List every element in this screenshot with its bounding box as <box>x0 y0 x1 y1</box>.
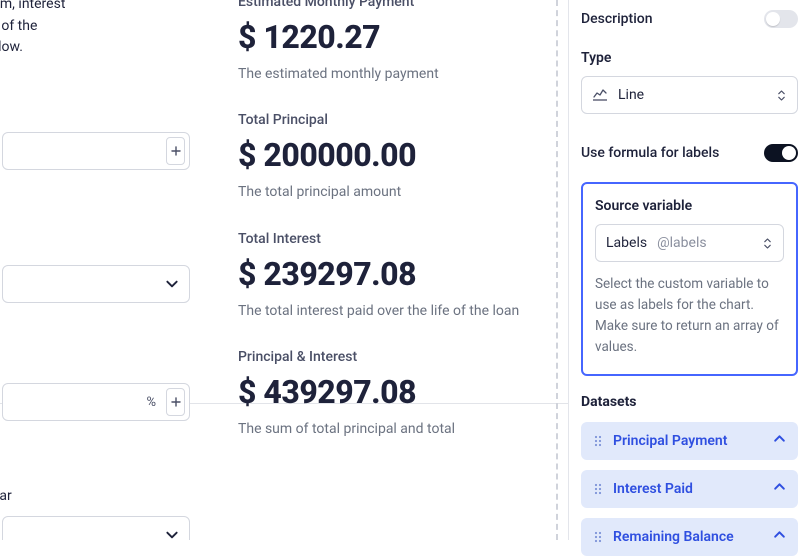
dataset-name: Principal Payment <box>613 433 727 449</box>
source-variable-select[interactable]: Labels @labels <box>595 224 784 262</box>
metric-desc: The estimated monthly payment <box>238 64 538 84</box>
metric-label: Total Principal <box>238 112 558 128</box>
drag-handle-icon[interactable] <box>593 434 603 448</box>
dataset-item-remaining-balance[interactable]: Remaining Balance <box>581 518 798 556</box>
metric-total-interest: Total Interest $ 239297.08 The total int… <box>238 231 558 321</box>
dataset-item-interest-paid[interactable]: Interest Paid <box>581 470 798 508</box>
metric-desc: The sum of total principal and total <box>238 419 538 439</box>
metric-value: $ 200000.00 <box>238 136 558 174</box>
results-column: Estimated Monthly Payment $ 1220.27 The … <box>238 0 558 540</box>
increment-stepper[interactable] <box>166 137 185 165</box>
metric-desc: The total interest paid over the life of… <box>238 301 538 321</box>
chevron-up-icon <box>773 432 786 449</box>
loan-term-select[interactable] <box>2 265 190 303</box>
formula-labels-label: Use formula for labels <box>581 145 719 161</box>
formula-labels-toggle[interactable] <box>764 144 798 162</box>
chart-type-value: Line <box>618 87 644 103</box>
metric-label: Principal & Interest <box>238 349 558 365</box>
start-year-label-partial: ear <box>0 488 12 504</box>
source-variable-token: @labels <box>657 235 707 251</box>
metric-label: Total Interest <box>238 231 558 247</box>
dataset-name: Remaining Balance <box>613 529 734 545</box>
dataset-name: Interest Paid <box>613 481 693 497</box>
increment-stepper[interactable] <box>166 388 185 416</box>
dataset-item-principal-payment[interactable]: Principal Payment <box>581 422 798 460</box>
metric-value: $ 439297.08 <box>238 373 558 411</box>
loan-amount-field[interactable] <box>2 132 190 170</box>
formula-labels-row: Use formula for labels <box>581 136 798 170</box>
source-variable-value: Labels <box>606 235 647 251</box>
metric-value: $ 239297.08 <box>238 255 558 293</box>
select-caret-icon <box>761 235 773 251</box>
description-row: Description <box>581 2 798 36</box>
metric-label: Estimated Monthly Payment <box>238 0 558 10</box>
form-column: an amount, loan term, interest st paid o… <box>0 0 190 540</box>
drag-handle-icon[interactable] <box>593 482 603 496</box>
chart-type-select[interactable]: Line <box>581 76 798 114</box>
column-divider <box>556 0 558 540</box>
datasets-label: Datasets <box>581 394 798 410</box>
chevron-down-icon <box>165 528 179 540</box>
description-toggle[interactable] <box>764 10 798 28</box>
source-variable-label: Source variable <box>595 198 784 214</box>
description-label: Description <box>581 11 653 27</box>
drag-handle-icon[interactable] <box>593 530 603 544</box>
chart-config-panel: Description Type Line Use formula for la… <box>568 0 810 540</box>
intro-text: an amount, loan term, interest st paid o… <box>0 0 188 59</box>
metric-value: $ 1220.27 <box>238 18 558 56</box>
start-year-select[interactable] <box>2 516 190 540</box>
chevron-up-icon <box>773 480 786 497</box>
chevron-up-icon <box>773 528 786 545</box>
interest-rate-field[interactable]: % <box>2 383 190 421</box>
source-variable-hint: Select the custom variable to use as lab… <box>595 274 784 358</box>
type-label: Type <box>581 50 798 66</box>
line-chart-icon <box>592 87 608 103</box>
percent-unit: % <box>146 395 156 410</box>
chevron-down-icon <box>165 277 179 291</box>
metric-total-principal: Total Principal $ 200000.00 The total pr… <box>238 112 558 202</box>
select-caret-icon <box>775 87 787 103</box>
metric-monthly-payment: Estimated Monthly Payment $ 1220.27 The … <box>238 0 558 84</box>
metric-desc: The total principal amount <box>238 182 538 202</box>
source-variable-section: Source variable Labels @labels Select th… <box>581 182 798 376</box>
metric-principal-and-interest: Principal & Interest $ 439297.08 The sum… <box>238 349 558 439</box>
